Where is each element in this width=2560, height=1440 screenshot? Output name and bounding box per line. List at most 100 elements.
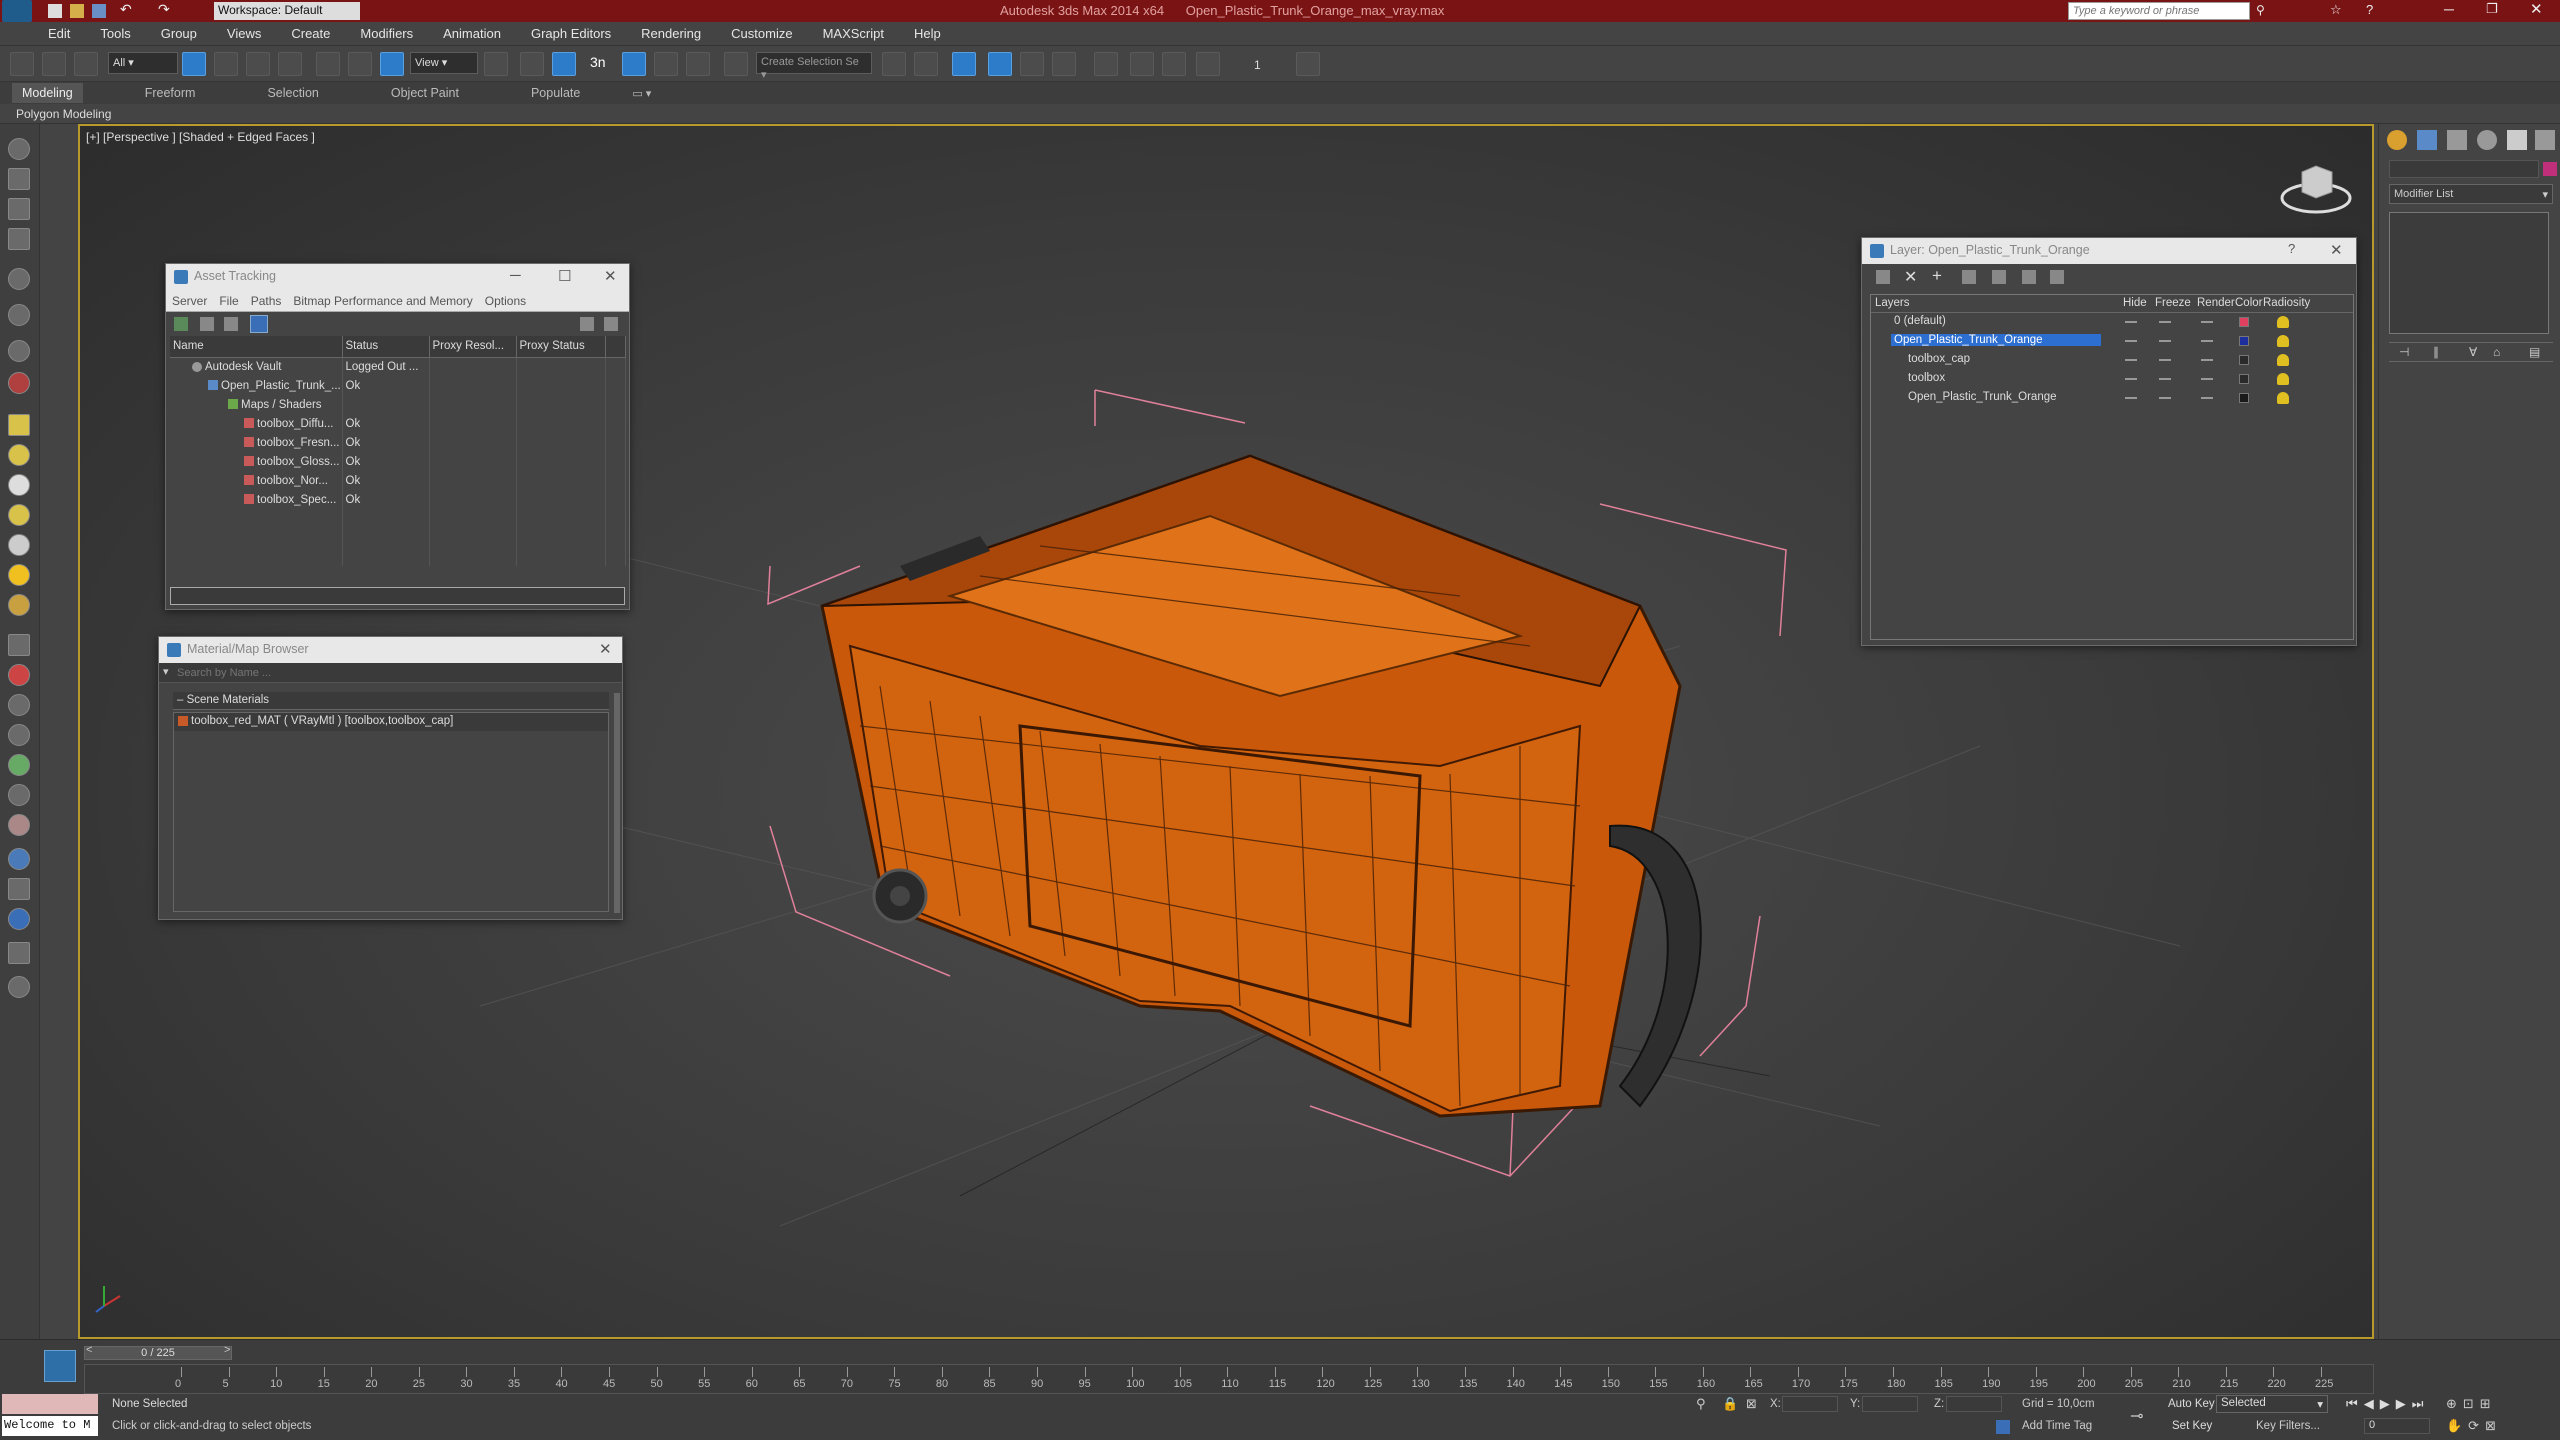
grid-icon[interactable]	[8, 634, 30, 656]
help-icon[interactable]: ?	[2366, 2, 2373, 17]
hide-all-icon[interactable]	[2022, 270, 2036, 284]
material-search-input[interactable]	[177, 665, 597, 681]
column-name[interactable]: Name	[170, 336, 343, 358]
menu-maxscript[interactable]: MAXScript	[823, 26, 884, 41]
absolute-mode-icon[interactable]: ⊠	[1746, 1396, 1757, 1412]
create-tab-icon[interactable]	[2387, 130, 2407, 150]
remove-modifier-icon[interactable]: ⌂	[2493, 345, 2500, 359]
menu-modifiers[interactable]: Modifiers	[360, 26, 413, 41]
layer-color-swatch[interactable]	[2239, 336, 2249, 346]
tab-selection[interactable]: Selection	[257, 83, 328, 103]
window-crossing-icon[interactable]	[278, 52, 302, 76]
layer-render-toggle[interactable]	[2201, 340, 2213, 342]
column-layers[interactable]: Layers	[1875, 297, 1910, 309]
sphere-icon[interactable]	[8, 444, 30, 466]
layer-freeze-toggle[interactable]	[2159, 359, 2171, 361]
object-name-field[interactable]	[2389, 160, 2539, 178]
percent-snap-icon[interactable]	[654, 52, 678, 76]
help-circle-icon[interactable]	[8, 976, 30, 998]
menu-group[interactable]: Group	[161, 26, 197, 41]
tree-view-icon[interactable]	[224, 317, 238, 331]
modify-tab-icon[interactable]	[2417, 130, 2437, 150]
column-hide[interactable]: Hide	[2123, 297, 2147, 309]
tab-modeling[interactable]: Modeling	[12, 83, 83, 103]
add-to-layer-icon[interactable]: +	[1932, 266, 1942, 286]
sun-icon[interactable]	[8, 564, 30, 586]
column-color[interactable]: Color	[2235, 297, 2262, 309]
snap-toggle-icon[interactable]: 3n	[588, 52, 612, 76]
menu-animation[interactable]: Animation	[443, 26, 501, 41]
close-icon[interactable]: ✕	[2330, 241, 2343, 259]
y-coordinate-field[interactable]	[1862, 1396, 1918, 1412]
scale-icon[interactable]	[380, 52, 404, 76]
table-view-icon[interactable]	[250, 315, 268, 333]
layer-hide-toggle[interactable]	[2125, 340, 2137, 342]
set-key-button[interactable]: Set Key	[2172, 1420, 2212, 1432]
restore-icon[interactable]: ❐	[2486, 1, 2498, 17]
rendered-frame-window-icon[interactable]	[1162, 52, 1186, 76]
biped-icon[interactable]	[8, 784, 30, 806]
select-object-icon[interactable]	[182, 52, 206, 76]
layer-color-swatch[interactable]	[2239, 317, 2249, 327]
hierarchy-tab-icon[interactable]	[2447, 130, 2467, 150]
table-row[interactable]: toolbox_Diffu... Ok	[170, 414, 626, 433]
maxscript-listener-pink[interactable]	[2, 1394, 98, 1414]
table-row[interactable]: Autodesk Vault Logged Out ...	[170, 357, 626, 376]
radiosity-icon[interactable]	[2277, 335, 2289, 347]
radiosity-icon[interactable]	[2277, 316, 2289, 328]
close-icon[interactable]: ✕	[604, 267, 617, 285]
track-bar[interactable]: 0 5 10 15 20 25 30 35 40 45 50 55 60 65 70 75 80 85 90 95 10…	[84, 1364, 2374, 1394]
mini-listener-icon[interactable]	[44, 1350, 76, 1382]
asset-tracking-titlebar[interactable]: Asset Tracking ─ ☐ ✕	[166, 264, 629, 290]
unlink-icon[interactable]	[42, 52, 66, 76]
layer-render-toggle[interactable]	[2201, 378, 2213, 380]
tab-populate[interactable]: Populate	[521, 83, 590, 103]
toggle-ribbon-icon[interactable]	[988, 52, 1012, 76]
settings-icon[interactable]	[8, 878, 30, 900]
layer-row[interactable]: toolbox	[1871, 370, 2353, 389]
column-radiosity[interactable]: Radiosity	[2263, 297, 2310, 309]
teapot-icon[interactable]	[8, 372, 30, 394]
layers-icon[interactable]	[8, 198, 30, 220]
help-icon[interactable]	[580, 317, 594, 331]
table-row[interactable]: toolbox_Fresn... Ok	[170, 433, 626, 452]
radiosity-icon[interactable]	[2277, 392, 2289, 404]
named-selection-dropdown[interactable]: Create Selection Se ▾	[756, 52, 872, 81]
make-unique-icon[interactable]: ∀	[2469, 345, 2477, 359]
layer-explorer-icon[interactable]	[952, 52, 976, 76]
folder-icon[interactable]	[8, 414, 30, 436]
menu-edit[interactable]: Edit	[48, 26, 70, 41]
app-menu-icon[interactable]	[2, 0, 32, 22]
layer-row[interactable]: Open_Plastic_Trunk_Orange	[1871, 389, 2353, 408]
geosphere-icon[interactable]	[8, 474, 30, 496]
modifier-stack[interactable]	[2389, 212, 2549, 334]
refresh-icon[interactable]	[174, 317, 188, 331]
align-icon[interactable]	[914, 52, 938, 76]
mirror-icon[interactable]	[882, 52, 906, 76]
delete-layer-icon[interactable]: ✕	[1904, 267, 1917, 287]
character-icon[interactable]	[8, 814, 30, 836]
bind-space-warp-icon[interactable]	[74, 52, 98, 76]
move-icon[interactable]	[316, 52, 340, 76]
column-proxy-resolution[interactable]: Proxy Resol...	[429, 336, 517, 358]
column-proxy-status[interactable]: Proxy Status	[516, 336, 606, 358]
rotate-icon[interactable]	[348, 52, 372, 76]
viewcube[interactable]	[2280, 165, 2352, 214]
show-end-result-icon[interactable]: ∥	[2433, 345, 2439, 359]
material-item[interactable]: toolbox_red_MAT ( VRayMtl ) [toolbox,too…	[174, 713, 608, 731]
scene-materials-group[interactable]: – Scene Materials	[173, 692, 773, 710]
info-icon[interactable]	[8, 908, 30, 930]
column-render[interactable]: Render	[2197, 297, 2235, 309]
layer-color-swatch[interactable]	[2239, 355, 2249, 365]
tab-object-paint[interactable]: Object Paint	[381, 83, 469, 103]
torus-icon[interactable]	[8, 504, 30, 526]
search-input[interactable]	[2068, 2, 2250, 20]
ribbon-options-icon[interactable]: ▭ ▾	[622, 84, 661, 103]
create-geometry-icon[interactable]	[8, 138, 30, 160]
layer-hide-toggle[interactable]	[2125, 378, 2137, 380]
box-icon[interactable]	[8, 168, 30, 190]
search-icon[interactable]: ⚲	[2256, 3, 2265, 17]
modifier-list-dropdown[interactable]: Modifier List ▾	[2389, 184, 2553, 204]
menu-options[interactable]: Options	[485, 294, 526, 308]
display-tab-icon[interactable]	[2507, 130, 2527, 150]
